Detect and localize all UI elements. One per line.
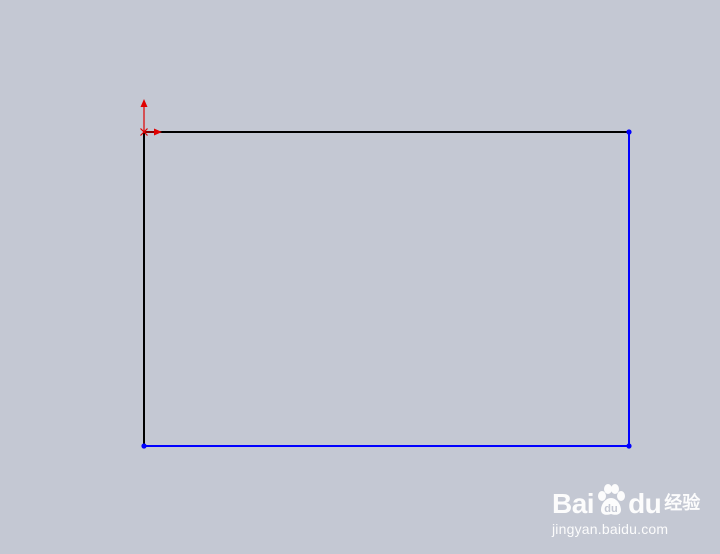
sketch-canvas[interactable] <box>0 0 720 554</box>
sketch-point-top-right[interactable] <box>626 129 632 135</box>
sketch-point-bottom-left[interactable] <box>141 443 147 449</box>
sketch-origin-icon[interactable] <box>140 99 163 136</box>
sketch-point-bottom-right[interactable] <box>626 443 632 449</box>
